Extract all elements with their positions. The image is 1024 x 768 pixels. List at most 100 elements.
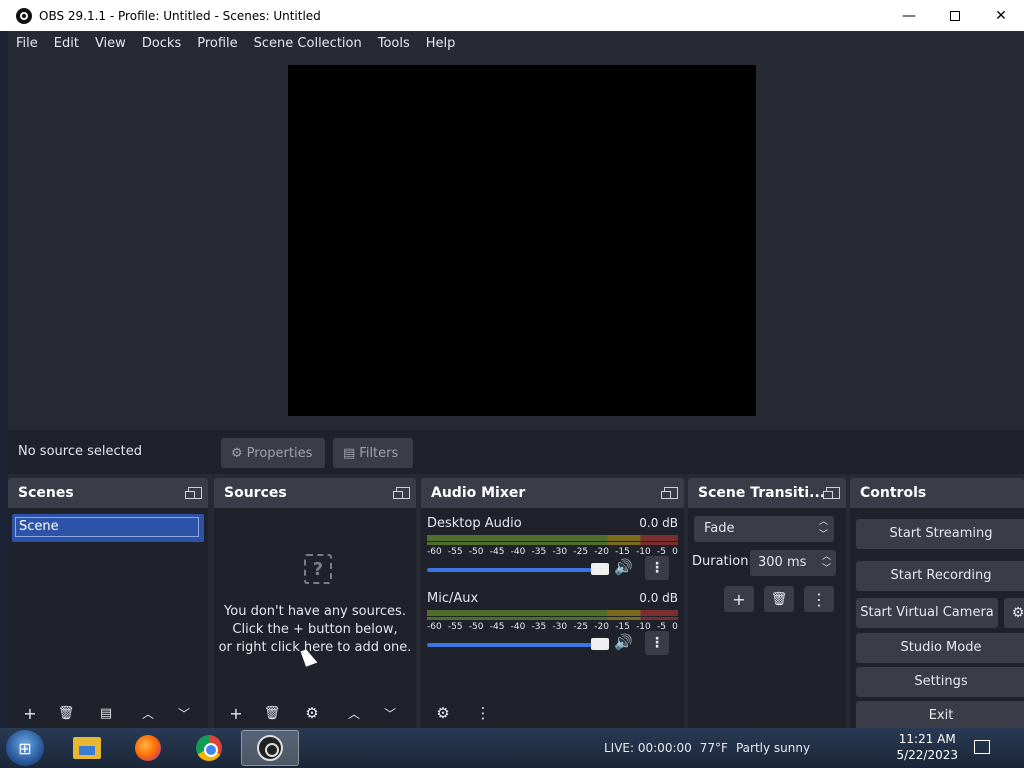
scenes-dock-header: Scenes — [8, 478, 208, 508]
move-scene-down-button[interactable]: ﹀ — [169, 701, 199, 725]
menu-file[interactable]: File — [8, 31, 46, 56]
menu-help[interactable]: Help — [418, 31, 464, 56]
menu-docks[interactable]: Docks — [134, 31, 189, 56]
mixer-channel-mic-aux: Mic/Aux 0.0 dB -60 -55 -50 -45 -40 -35 -… — [427, 591, 678, 661]
start-streaming-button[interactable]: Start Streaming — [856, 519, 1024, 549]
menu-scene-collection[interactable]: Scene Collection — [246, 31, 370, 56]
transition-select[interactable]: Fade ︿ ﹀ — [694, 516, 834, 542]
volume-meter — [427, 610, 678, 616]
empty-line-1: You don't have any sources. — [224, 604, 406, 619]
taskbar-firefox[interactable] — [119, 730, 177, 766]
scene-transitions-body: Fade ︿ ﹀ Duration 300 ms ︿ ﹀ + 🗑 ⋮ — [688, 508, 846, 728]
volume-slider[interactable] — [427, 568, 607, 572]
weather-desc[interactable]: Partly sunny — [736, 741, 810, 755]
start-recording-button[interactable]: Start Recording — [856, 561, 1024, 591]
undock-icon[interactable] — [393, 487, 410, 499]
volume-slider-handle[interactable] — [591, 638, 609, 650]
weather-temp[interactable]: 77°F — [700, 741, 728, 755]
plus-icon: + — [732, 589, 746, 609]
volume-slider[interactable] — [427, 643, 607, 647]
undock-icon[interactable] — [185, 487, 202, 499]
audio-mixer-dock-header: Audio Mixer — [421, 478, 684, 508]
maximize-button[interactable] — [932, 0, 978, 31]
minimize-button[interactable]: — — [886, 0, 932, 31]
taskbar-chrome[interactable] — [180, 730, 238, 766]
filters-button[interactable]: ▤ Filters — [333, 438, 413, 468]
maximize-icon — [950, 10, 960, 21]
sources-list[interactable]: ? You don't have any sources. Click the … — [214, 508, 416, 728]
firefox-icon — [135, 735, 161, 761]
menu-view[interactable]: View — [87, 31, 134, 56]
move-scene-up-button[interactable]: ︿ — [133, 701, 163, 725]
tick-label: -25 — [573, 547, 589, 557]
empty-sources-message: You don't have any sources. Click the + … — [214, 603, 416, 657]
chevron-down-icon: ﹀ — [177, 706, 190, 721]
clock[interactable]: 11:21 AM 5/22/2023 — [896, 731, 958, 763]
spin-arrows-icon[interactable]: ︿ ﹀ — [822, 551, 831, 575]
filters-label: Filters — [359, 445, 399, 461]
tick-label: -30 — [552, 622, 568, 632]
advanced-audio-button[interactable]: ⚙ — [428, 701, 458, 725]
mixer-menu-button[interactable]: ⋮ — [468, 701, 498, 725]
scene-transitions-title: Scene Transiti... — [698, 485, 826, 501]
tick-label: -20 — [594, 547, 609, 557]
properties-label: Properties — [246, 445, 313, 461]
add-scene-button[interactable]: + — [15, 701, 45, 725]
audio-mixer-title: Audio Mixer — [431, 485, 526, 501]
scene-list-item[interactable]: Scene — [12, 514, 204, 542]
system-tray: LIVE: 00:00:00 77°F Partly sunny — [604, 728, 818, 768]
remove-source-button[interactable]: 🗑 — [257, 701, 287, 725]
start-virtual-camera-button[interactable]: Start Virtual Camera — [856, 598, 998, 628]
chevron-down-icon: ﹀ — [383, 706, 396, 721]
sources-title: Sources — [224, 485, 287, 501]
add-source-button[interactable]: + — [221, 701, 251, 725]
undock-icon[interactable] — [823, 487, 840, 499]
speaker-icon[interactable]: 🔊 — [614, 633, 633, 651]
notification-icon[interactable] — [974, 740, 990, 754]
remove-transition-button[interactable]: 🗑 — [764, 586, 794, 612]
settings-button[interactable]: Settings — [856, 667, 1024, 697]
tick-label: 0 — [672, 547, 678, 557]
main-area: No source selected ⚙ Properties ▤ Filter… — [8, 56, 1024, 731]
duration-spinbox[interactable]: 300 ms ︿ ﹀ — [750, 550, 836, 576]
chevron-up-icon: ︿ — [347, 706, 360, 721]
start-button[interactable]: ⊞ — [6, 730, 44, 766]
close-button[interactable]: ✕ — [978, 0, 1024, 31]
menu-profile[interactable]: Profile — [189, 31, 245, 56]
exit-button[interactable]: Exit — [856, 701, 1024, 731]
scenes-dock: Scenes Scene + 🗑 ▤ ︿ ﹀ — [8, 478, 208, 728]
controls-dock: Controls Start Streaming Start Recording… — [850, 478, 1024, 731]
move-source-down-button[interactable]: ﹀ — [375, 701, 405, 725]
add-transition-button[interactable]: + — [724, 586, 754, 612]
virtual-camera-settings-icon[interactable]: ⚙ — [1004, 598, 1024, 628]
source-properties-button[interactable]: ⚙ — [297, 701, 327, 725]
channel-menu-button[interactable]: ⋮ — [645, 556, 669, 580]
trash-icon: 🗑 — [770, 591, 788, 607]
controls-body: Start Streaming Start Recording Start Vi… — [850, 508, 1024, 731]
move-source-up-button[interactable]: ︿ — [339, 701, 369, 725]
properties-button[interactable]: ⚙ Properties — [221, 438, 325, 468]
tick-label: -50 — [468, 547, 484, 557]
undock-icon[interactable] — [661, 487, 678, 499]
scene-filters-button[interactable]: ▤ — [91, 701, 121, 725]
menu-edit[interactable]: Edit — [46, 31, 87, 56]
transition-menu-button[interactable]: ⋮ — [804, 586, 834, 612]
windows-logo-icon: ⊞ — [18, 738, 32, 758]
studio-mode-button[interactable]: Studio Mode — [856, 633, 1024, 663]
remove-scene-button[interactable]: 🗑 — [51, 701, 81, 725]
trash-icon: 🗑 — [263, 705, 281, 721]
kebab-icon: ⋮ — [475, 704, 491, 722]
gear-icon: ⚙ — [231, 445, 243, 461]
speaker-icon[interactable]: 🔊 — [614, 558, 633, 576]
volume-slider-handle[interactable] — [591, 563, 609, 575]
taskbar-file-explorer[interactable] — [58, 730, 116, 766]
tick-label: -35 — [531, 622, 547, 632]
duration-label: Duration — [692, 554, 749, 569]
preview-canvas[interactable] — [288, 65, 756, 416]
menu-tools[interactable]: Tools — [370, 31, 418, 56]
tick-label: -60 — [427, 622, 442, 632]
taskbar-obs[interactable] — [241, 730, 299, 766]
context-bar: No source selected ⚙ Properties ▤ Filter… — [8, 430, 1024, 474]
channel-menu-button[interactable]: ⋮ — [645, 631, 669, 655]
empty-line-2: Click the + button below, — [232, 622, 398, 637]
